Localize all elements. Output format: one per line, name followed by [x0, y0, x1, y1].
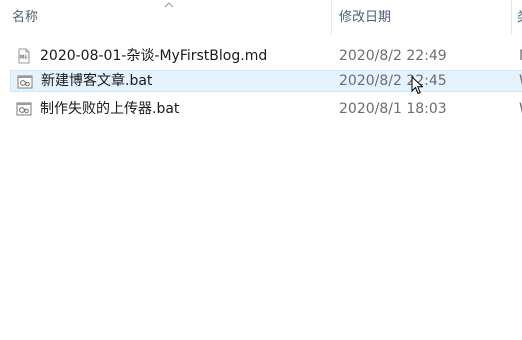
file-modified-date: 2020/8/1 18:03	[339, 101, 447, 117]
sort-ascending-chevron-icon	[164, 2, 174, 8]
file-modified-date: 2020/8/2 22:49	[339, 48, 447, 64]
file-row-selected[interactable]: 新建博客文章.bat 2020/8/2 22:45 W	[10, 70, 522, 92]
column-header-type[interactable]: 类	[511, 0, 522, 35]
file-name: 制作失败的上传器.bat	[40, 101, 180, 117]
batch-file-icon	[17, 75, 33, 89]
file-row[interactable]: M↓ 2020-08-01-杂谈-MyFirstBlog.md 2020/8/2…	[10, 45, 522, 67]
svg-text:M↓: M↓	[20, 54, 28, 60]
batch-file-icon	[16, 102, 32, 116]
markdown-file-icon: M↓	[18, 48, 30, 64]
column-header-modified-date[interactable]: 修改日期	[331, 0, 511, 35]
file-name: 2020-08-01-杂谈-MyFirstBlog.md	[40, 48, 268, 64]
file-row[interactable]: 制作失败的上传器.bat 2020/8/1 18:03 W	[10, 98, 522, 120]
file-name: 新建博客文章.bat	[41, 73, 153, 89]
mouse-pointer-icon	[411, 76, 423, 95]
file-modified-date: 2020/8/2 22:45	[339, 73, 447, 89]
column-header-bar: 名称 修改日期 类	[0, 0, 522, 35]
